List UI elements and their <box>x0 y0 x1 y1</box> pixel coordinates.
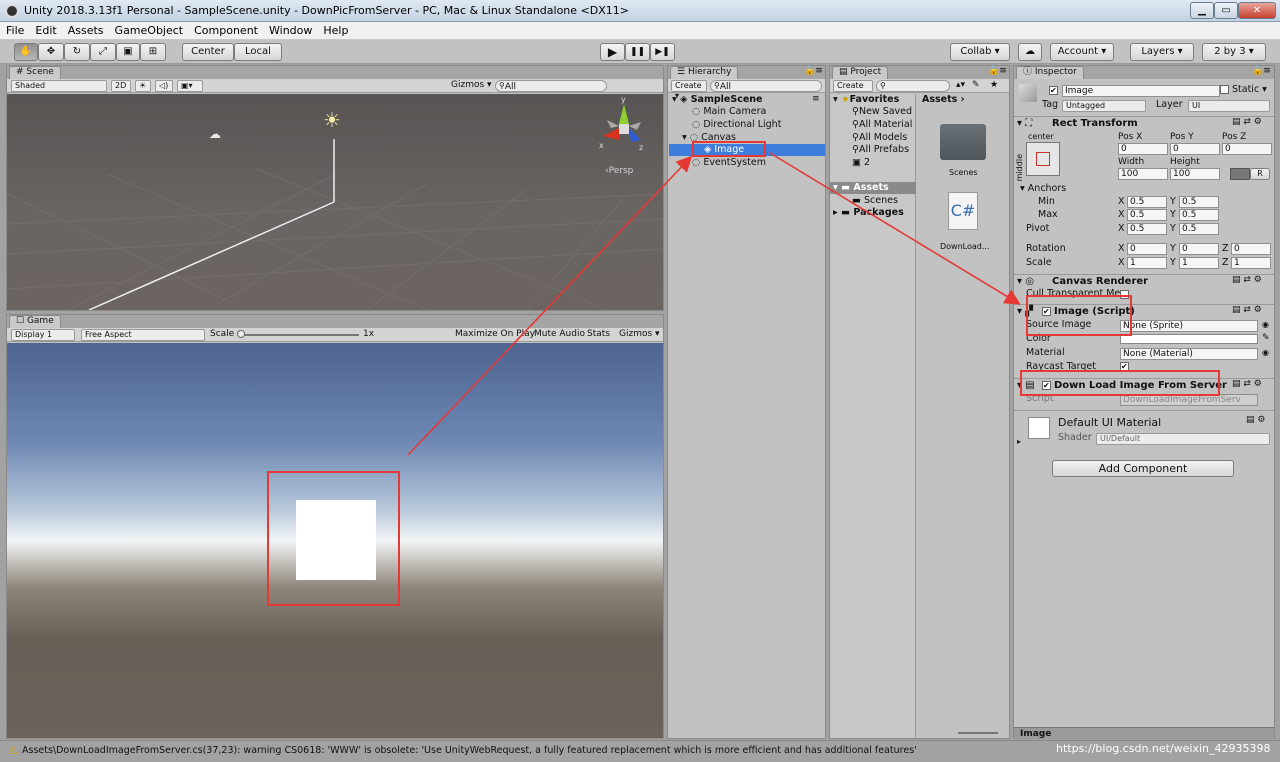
console-message[interactable]: Assets\DownLoadImageFromServer.cs(37,23)… <box>22 745 917 757</box>
watermark: https://blog.csdn.net/weixin_42935398 <box>1056 742 1271 755</box>
annotation-arrows <box>407 152 1021 456</box>
warning-icon: ⚠ <box>8 744 18 757</box>
status-bar: ⚠ Assets\DownLoadImageFromServer.cs(37,2… <box>0 740 1280 762</box>
